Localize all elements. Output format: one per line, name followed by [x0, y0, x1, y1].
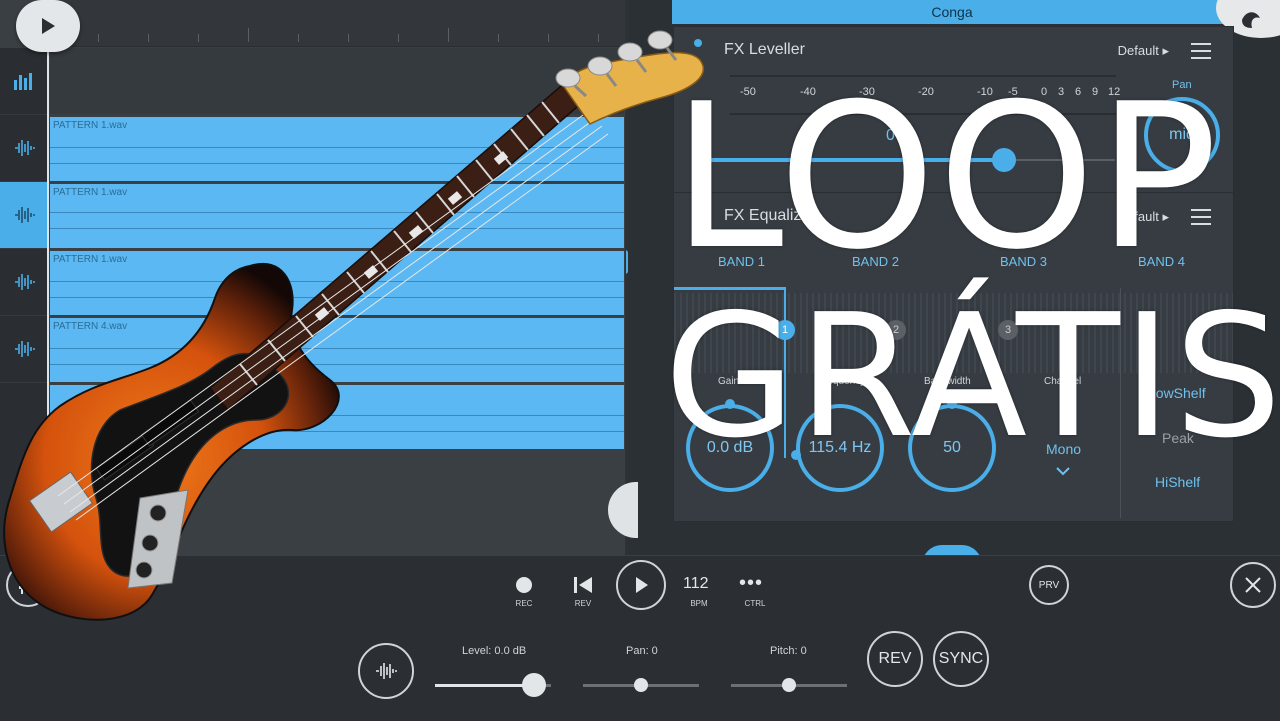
level-slider-thumb[interactable] — [521, 673, 546, 697]
pan-slider-thumb[interactable] — [634, 678, 648, 692]
overlay-title-line2: GRÁTIS — [664, 278, 1280, 476]
pan-slider[interactable] — [583, 670, 699, 700]
sample-waveform-button[interactable] — [358, 643, 414, 699]
waveform-icon — [376, 663, 397, 679]
channel-name-bar: Conga — [672, 0, 1232, 24]
ctrl-dots-icon[interactable]: ••• — [739, 572, 763, 595]
ctrl-label: CTRL — [744, 599, 766, 608]
fruit-logo-icon — [1242, 12, 1260, 28]
filter-type-hishelf[interactable]: HiShelf — [1155, 474, 1200, 490]
fx-leveller-preset[interactable]: Default ▸ — [1118, 43, 1169, 59]
pitch-slider-thumb[interactable] — [782, 678, 796, 692]
level-label: Level: 0.0 dB — [462, 645, 527, 657]
overlay-title-line1: LOOP — [672, 61, 1220, 294]
preview-button[interactable]: PRV — [1029, 565, 1069, 605]
level-slider[interactable] — [435, 670, 551, 700]
pitch-label: Pitch: 0 — [770, 645, 807, 657]
pitch-slider[interactable] — [731, 670, 847, 700]
bass-guitar-illustration — [3, 30, 704, 621]
close-icon — [1245, 577, 1261, 593]
close-button[interactable] — [1230, 562, 1276, 608]
pan-label: Pan: 0 — [626, 645, 658, 657]
fx-leveller-title: FX Leveller — [724, 41, 805, 58]
sync-button[interactable]: SYNC — [933, 631, 989, 687]
reverse-button[interactable]: REV — [867, 631, 923, 687]
